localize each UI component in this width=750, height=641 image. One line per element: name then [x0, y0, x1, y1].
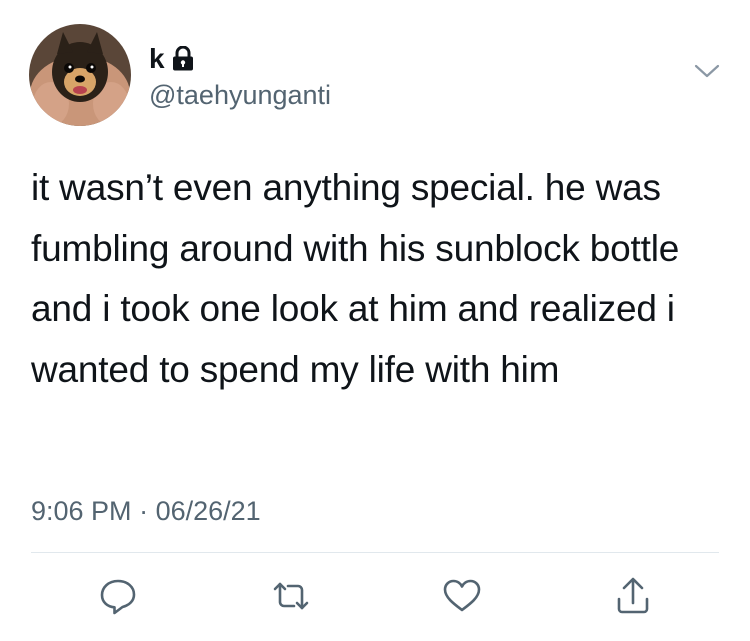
chevron-down-icon[interactable] [694, 62, 720, 80]
dog-avatar-icon[interactable] [29, 24, 131, 126]
share-button[interactable] [611, 574, 655, 618]
tweet-time[interactable]: 9:06 PM [31, 496, 132, 526]
divider [31, 552, 719, 553]
reply-button[interactable] [96, 574, 140, 618]
tweet-timestamp[interactable]: 9:06 PM · 06/26/21 [31, 494, 261, 528]
share-icon [617, 577, 649, 614]
reply-icon [100, 579, 136, 615]
like-button[interactable] [440, 574, 484, 618]
author-handle[interactable]: @taehyunganti [149, 78, 331, 112]
meta-separator: · [139, 496, 149, 526]
heart-icon [443, 579, 481, 612]
retweet-button[interactable] [269, 574, 313, 618]
tweet-date[interactable]: 06/26/21 [156, 496, 261, 526]
retweet-icon [273, 582, 309, 610]
lock-icon [171, 45, 195, 72]
tweet-text: it wasn’t even anything special. he was … [31, 167, 680, 390]
author-name-row[interactable]: k [149, 42, 195, 76]
display-name[interactable]: k [149, 42, 165, 76]
